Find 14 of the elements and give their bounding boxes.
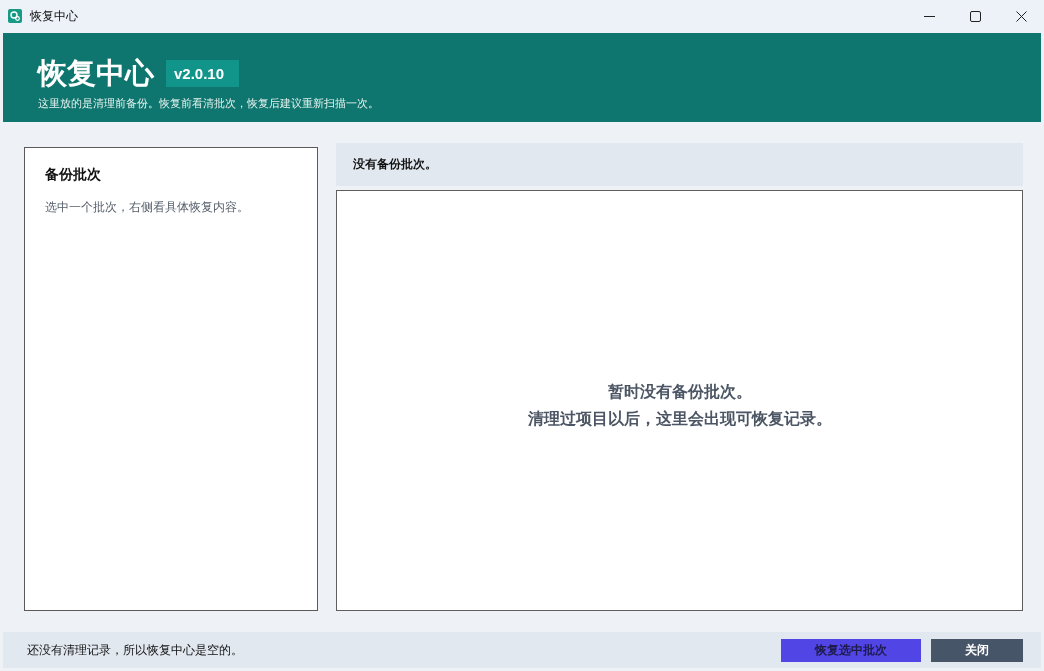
header-subtitle: 这里放的是清理前备份。恢复前看清批次，恢复后建议重新扫描一次。 [38,96,379,111]
status-text: 还没有清理记录，所以恢复中心是空的。 [27,641,243,659]
panel-hint: 选中一个批次，右侧看具体恢复内容。 [45,200,249,215]
close-button[interactable]: 关闭 [931,638,1023,662]
maximize-icon [969,10,981,22]
empty-state-message: 暂时没有备份批次。 清理过项目以后，这里会出现可恢复记录。 [527,381,832,429]
minimize-icon [923,15,935,17]
window-title: 恢复中心 [30,7,78,25]
page-title: 恢复中心 [38,56,154,91]
panel-title: 备份批次 [45,166,101,184]
app-logo-icon [8,9,22,23]
detail-status-text: 没有备份批次。 [353,157,437,172]
close-icon [1015,10,1027,22]
version-badge: v2.0.10 [166,59,240,87]
